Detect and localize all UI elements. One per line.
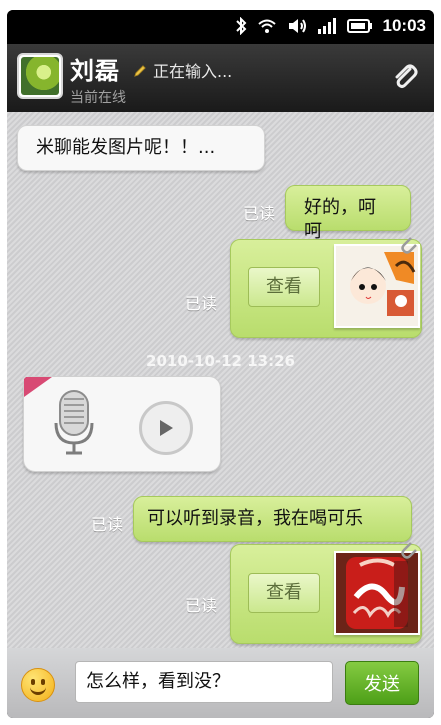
contact-name: 刘磊 [70, 57, 120, 85]
play-button[interactable] [139, 401, 193, 455]
paperclip-icon [395, 64, 418, 88]
presence-status: 当前在线 [70, 90, 126, 106]
read-status: 已读 [91, 515, 124, 534]
avatar-image [21, 57, 59, 95]
message-timestamp: 2010-10-12 13:26 [146, 352, 295, 370]
wifi-icon [257, 18, 277, 34]
chat-header: 刘磊 正在输入... 当前在线 [7, 44, 434, 113]
microphone-icon [48, 387, 100, 459]
battery-icon [346, 18, 373, 34]
typing-text: 正在输入... [153, 62, 233, 81]
clock: 10:03 [382, 16, 426, 35]
read-status: 已读 [185, 596, 218, 615]
pencil-icon [133, 63, 147, 77]
voice-message-bubble[interactable] [23, 376, 221, 472]
chat-area[interactable]: 米聊能发图片呢！！... 已读 好的，呵呵 已读 查看 2010-10-12 1… [7, 112, 434, 648]
view-image-button[interactable]: 查看 [248, 573, 320, 613]
input-bar: 怎么样，看到没？ 发送 [7, 648, 434, 718]
paperclip-icon [399, 234, 419, 262]
signal-icon [317, 17, 337, 35]
outgoing-image-message[interactable]: 查看 [230, 542, 422, 644]
status-icons: 10:03 [235, 16, 426, 36]
volume-icon [287, 17, 307, 35]
message-text: 好的，呵呵 [304, 197, 376, 242]
play-icon [160, 420, 173, 436]
attach-button[interactable] [384, 58, 426, 98]
chat-screen: 10:03 刘磊 正在输入... 当前在线 米聊能发图片呢！！... 已读 好的… [0, 0, 441, 725]
read-status: 已读 [243, 204, 276, 223]
outgoing-message-bubble: 可以听到录音，我在喝可乐 [133, 496, 412, 542]
device-frame: 10:03 刘磊 正在输入... 当前在线 米聊能发图片呢！！... 已读 好的… [7, 10, 434, 718]
bluetooth-icon [235, 17, 247, 35]
avatar[interactable] [17, 53, 63, 99]
paperclip-icon [399, 539, 419, 567]
read-status: 已读 [185, 294, 218, 313]
typing-indicator: 正在输入... [133, 58, 232, 82]
message-text: 可以听到录音，我在喝可乐 [147, 508, 363, 529]
message-text: 米聊能发图片呢！！... [36, 137, 216, 158]
message-input[interactable]: 怎么样，看到没？ [75, 661, 333, 703]
view-image-button[interactable]: 查看 [248, 267, 320, 307]
outgoing-image-message[interactable]: 查看 [230, 237, 422, 338]
outgoing-message-bubble: 好的，呵呵 [285, 185, 411, 242]
smiley-icon [30, 684, 46, 695]
status-bar: 10:03 [7, 10, 434, 44]
emoji-button[interactable] [21, 668, 55, 702]
incoming-message-bubble: 米聊能发图片呢！！... [17, 125, 265, 171]
send-button[interactable]: 发送 [345, 661, 419, 705]
